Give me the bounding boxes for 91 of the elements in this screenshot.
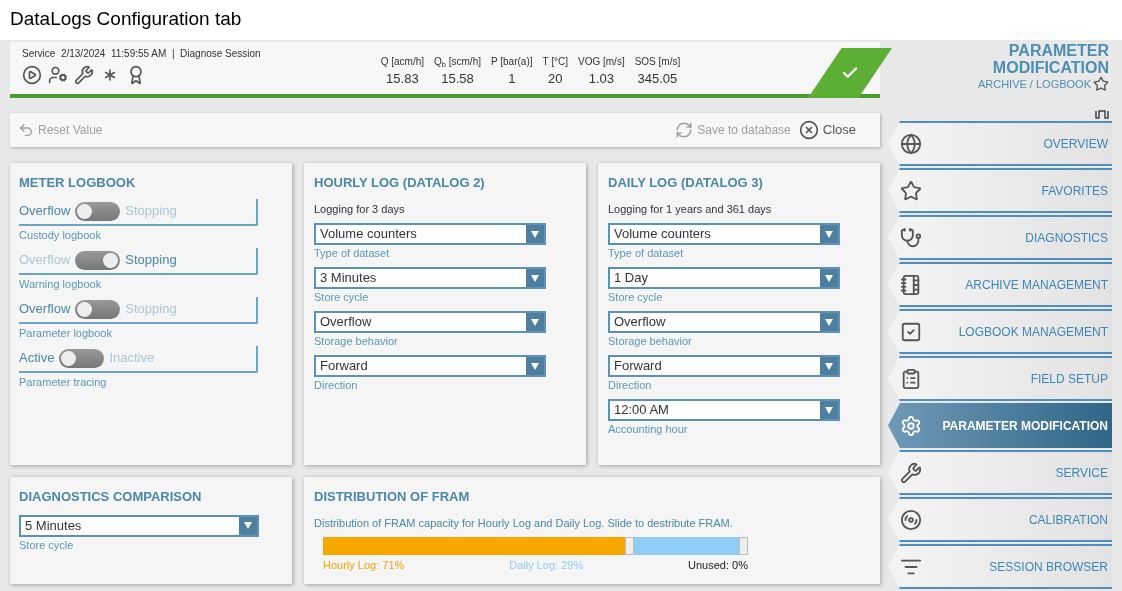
unused-share: Unused: 0% bbox=[688, 558, 748, 573]
globe-icon bbox=[900, 132, 922, 155]
slider-thumb[interactable] bbox=[739, 537, 748, 555]
undo-arrow-icon bbox=[18, 122, 34, 138]
nav-item[interactable]: DIAGNOSTICS bbox=[888, 215, 1112, 260]
fram-slider[interactable] bbox=[323, 537, 748, 555]
measure-value: 1 bbox=[508, 70, 516, 88]
measure-label: SOS [m/s] bbox=[634, 55, 681, 69]
field-caption: Type of dataset bbox=[314, 246, 391, 261]
measure-value: 345.05 bbox=[637, 70, 678, 88]
panel-title: DISTRIBUTION OF FRAM bbox=[314, 488, 471, 506]
nav-item[interactable]: FIELD SETUP bbox=[888, 356, 1112, 401]
favorite-star-icon[interactable] bbox=[1093, 76, 1109, 93]
measure-label: Q$_{b}$ [scm/h] bbox=[434, 55, 481, 69]
dropdown-field[interactable]: Overflow bbox=[314, 311, 546, 333]
checklist-icon bbox=[900, 367, 922, 390]
toggle-switch[interactable] bbox=[75, 250, 121, 270]
measure-value: 15.83 bbox=[386, 70, 419, 88]
toggle-switch[interactable] bbox=[75, 299, 121, 319]
notebook-icon bbox=[900, 273, 922, 296]
field-caption: Store cycle bbox=[608, 290, 664, 305]
breadcrumb: ARCHIVE / LOGBOOK bbox=[977, 77, 1091, 92]
gear-icon bbox=[900, 414, 922, 437]
star-icon bbox=[900, 179, 922, 202]
dropdown-field[interactable]: 5 Minutes bbox=[19, 514, 259, 537]
close-button[interactable]: Close bbox=[798, 120, 856, 140]
dropdown-field[interactable]: Forward bbox=[608, 355, 840, 377]
field-caption: Accounting hour bbox=[608, 422, 689, 437]
wrench-icon bbox=[900, 461, 922, 484]
field-caption: Type of dataset bbox=[608, 246, 685, 261]
page-caption: DataLogs Configuration tab bbox=[0, 0, 1122, 40]
toggle-option: Stopping bbox=[125, 250, 177, 270]
nav-item[interactable]: FAVORITES bbox=[888, 168, 1112, 213]
nav-item[interactable]: SERVICE bbox=[888, 450, 1112, 495]
dropdown-field[interactable]: Volume counters bbox=[314, 223, 546, 245]
measure-label: P [bar(a)] bbox=[491, 55, 533, 69]
daily-log-share: Daily Log: 29% bbox=[509, 558, 584, 573]
refresh-icon bbox=[675, 121, 694, 139]
measure-value: 15.58 bbox=[441, 70, 474, 88]
measure-label: VOG [m/s] bbox=[578, 55, 625, 69]
toggle-option: Active bbox=[19, 348, 55, 368]
dropdown-field[interactable]: Forward bbox=[314, 355, 546, 377]
measure-value: 20 bbox=[548, 70, 563, 88]
page-title: PARAMETER bbox=[1008, 42, 1109, 59]
fram-info: Distribution of FRAM capacity for Hourly Log and Daily Log. Slide to destribute FRAM. bbox=[314, 515, 734, 531]
measure-label: Q [acm/h] bbox=[380, 55, 425, 69]
toggle-option: Stopping bbox=[125, 299, 177, 319]
panel-title: HOURLY LOG (DATALOG 2) bbox=[314, 174, 486, 192]
toggle-caption: Parameter logbook bbox=[19, 325, 113, 341]
dropdown-field[interactable]: Volume counters bbox=[608, 223, 840, 245]
dropdown-field[interactable]: 1 Day bbox=[608, 267, 840, 289]
nav-item[interactable]: OVERVIEW bbox=[888, 121, 1112, 166]
toggle-switch[interactable] bbox=[59, 348, 105, 368]
toggle-option: Overflow bbox=[19, 250, 71, 270]
toggle-option: Overflow bbox=[19, 299, 71, 319]
nav-item[interactable]: LOGBOOK MANAGEMENT bbox=[888, 309, 1112, 354]
measure-value: 1.03 bbox=[588, 70, 614, 88]
field-caption: Storage behavior bbox=[314, 334, 399, 349]
session-info: Service 2/13/2024 11:59:55 AM | Diagnose Session bbox=[22, 47, 261, 61]
hourly-log-share: Hourly Log: 71% bbox=[323, 558, 405, 573]
user-icon[interactable] bbox=[48, 65, 68, 85]
toggle-switch[interactable] bbox=[75, 201, 121, 221]
panel-title: DIAGNOSTICS COMPARISON bbox=[19, 488, 203, 506]
field-caption: Direction bbox=[314, 378, 359, 393]
field-caption: Direction bbox=[608, 378, 653, 393]
nav-item[interactable]: PARAMETER MODIFICATION bbox=[888, 403, 1112, 448]
dropdown-field[interactable]: 12:00 AM bbox=[608, 399, 840, 421]
nav-item[interactable]: ARCHIVE MANAGEMENT bbox=[888, 262, 1112, 307]
toggle-option: Stopping bbox=[125, 201, 177, 221]
logging-info: Logging for 3 days bbox=[314, 201, 406, 217]
toggle-caption: Parameter tracing bbox=[19, 374, 108, 390]
panel-title: METER LOGBOOK bbox=[19, 174, 137, 192]
field-caption: Store cycle bbox=[19, 537, 75, 553]
slider-thumb[interactable] bbox=[624, 537, 634, 555]
nav-item[interactable]: CALIBRATION bbox=[888, 497, 1112, 542]
field-caption: Storage behavior bbox=[608, 334, 693, 349]
field-caption: Store cycle bbox=[314, 290, 370, 305]
stethoscope-icon bbox=[900, 226, 922, 249]
toggle-caption: Custody logbook bbox=[19, 227, 102, 243]
toggle-option: Inactive bbox=[109, 348, 155, 368]
measure-label: T [°C] bbox=[542, 55, 568, 69]
toggle-option: Overflow bbox=[19, 201, 71, 221]
dropdown-field[interactable]: Overflow bbox=[608, 311, 840, 333]
page-title: MODIFICATION bbox=[992, 59, 1109, 76]
toggle-caption: Warning logbook bbox=[19, 276, 103, 292]
play-icon[interactable] bbox=[22, 65, 42, 85]
nav-item[interactable]: SESSION BROWSER bbox=[888, 544, 1112, 589]
logging-info: Logging for 1 years and 361 days bbox=[608, 201, 773, 217]
close-icon bbox=[798, 120, 819, 140]
panel-title: DAILY LOG (DATALOG 3) bbox=[608, 174, 764, 192]
dropdown-field[interactable]: 3 Minutes bbox=[314, 267, 546, 289]
